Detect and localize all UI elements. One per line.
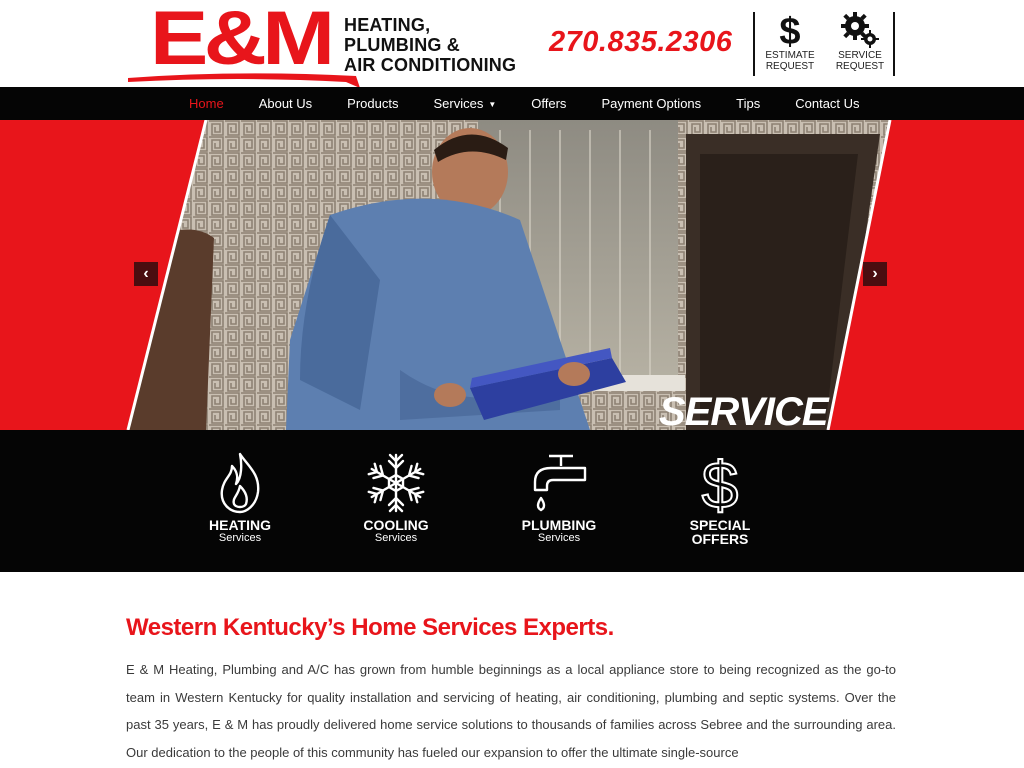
nav-item-home[interactable]: Home (189, 96, 224, 111)
service-label-2: REQUEST (835, 61, 885, 72)
heating-services-link[interactable]: HEATING Services (180, 452, 300, 544)
logo-line-2: PLUMBING & (344, 35, 460, 55)
snowflake-icon (367, 453, 425, 513)
hero-slider: SERVICE ‹ › (0, 120, 1024, 430)
site-logo[interactable]: E&M HEATING, PLUMBING & AIR CONDITIONING (128, 0, 528, 88)
cooling-subtitle: Services (374, 532, 418, 544)
plumbing-title: PLUMBING (521, 517, 597, 533)
flame-icon (220, 452, 260, 514)
dollar-icon: $ (701, 452, 740, 514)
logo-line-1: HEATING, (344, 15, 431, 35)
dollar-icon: $ (779, 11, 800, 50)
offers-subtitle: OFFERS (691, 531, 749, 547)
nav-item-tips[interactable]: Tips (736, 96, 760, 111)
estimate-label-1: ESTIMATE (765, 50, 815, 61)
estimate-label-2: REQUEST (765, 61, 815, 72)
intro-paragraph: E & M Heating, Plumbing and A/C has grow… (126, 662, 896, 760)
nav-item-services-label: Services (433, 96, 484, 111)
chevron-right-icon: › (872, 265, 878, 282)
chevron-down-icon: ▼ (488, 100, 497, 110)
heating-subtitle: Services (218, 532, 262, 544)
nav-item-payment-options[interactable]: Payment Options (601, 96, 701, 111)
logo-wordmark: E&M (150, 0, 335, 81)
gears-icon (841, 12, 879, 48)
faucet-icon (533, 454, 587, 512)
offers-title: SPECIAL (689, 517, 751, 533)
logo-tagline: HEATING, PLUMBING & AIR CONDITIONING (344, 15, 516, 75)
service-label-1: SERVICE (838, 50, 882, 61)
svg-text:$: $ (779, 11, 800, 50)
special-offers-link[interactable]: $ SPECIAL OFFERS (660, 452, 780, 546)
logo-line-3: AIR CONDITIONING (344, 55, 517, 75)
slider-prev-button[interactable]: ‹ (134, 262, 158, 286)
phone-number[interactable]: 270.835.2306 (549, 26, 732, 59)
nav-item-about-us[interactable]: About Us (259, 96, 312, 111)
chevron-left-icon: ‹ (143, 265, 149, 282)
services-strip: HEATING Services COOLING Services PLUMBI… (0, 430, 1024, 572)
estimate-request-button[interactable]: $ ESTIMATE REQUEST (755, 10, 825, 78)
cooling-services-link[interactable]: COOLING Services (336, 452, 456, 544)
nav-item-contact-us[interactable]: Contact Us (795, 96, 859, 111)
site-header: E&M HEATING, PLUMBING & AIR CONDITIONING… (0, 0, 1024, 88)
main-navigation: Home About Us Products Services ▼ Offers … (0, 87, 1024, 120)
cooling-title: COOLING (363, 517, 429, 533)
heating-title: HEATING (209, 517, 271, 533)
plumbing-subtitle: Services (537, 532, 581, 544)
nav-item-offers[interactable]: Offers (531, 96, 566, 111)
nav-item-products[interactable]: Products (347, 96, 398, 111)
header-divider (893, 12, 895, 76)
svg-text:$: $ (702, 452, 739, 514)
service-request-button[interactable]: SERVICE REQUEST (825, 10, 895, 78)
page-headline: Western Kentucky’s Home Services Experts… (126, 614, 614, 641)
nav-item-services[interactable]: Services ▼ (433, 96, 496, 111)
slider-next-button[interactable]: › (863, 262, 887, 286)
hero-caption: SERVICE (659, 390, 829, 430)
plumbing-services-link[interactable]: PLUMBING Services (499, 452, 619, 544)
